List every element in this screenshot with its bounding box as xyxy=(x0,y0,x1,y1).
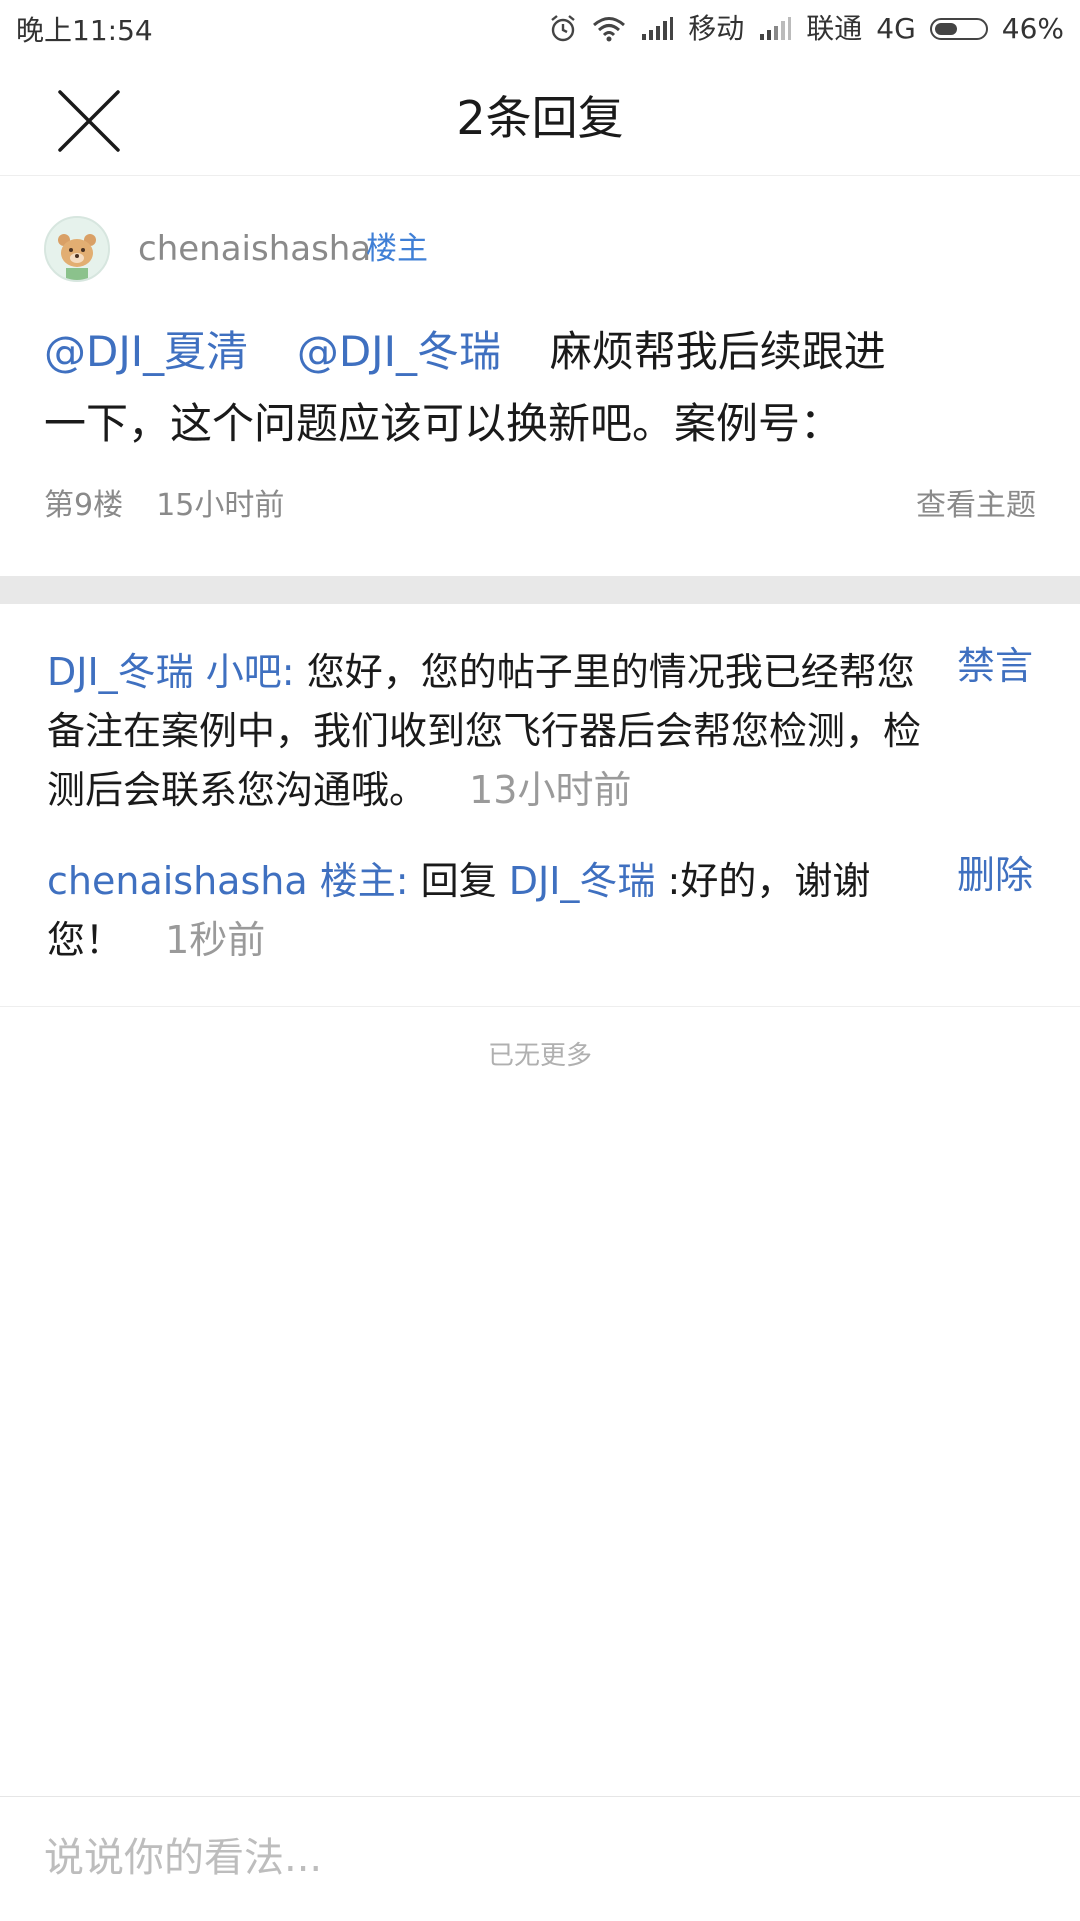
floor-number: 第9楼 xyxy=(44,488,124,523)
mention-link[interactable]: @DJI_冬瑞 xyxy=(297,327,501,376)
section-divider xyxy=(0,576,1080,604)
reply-time: 1秒前 xyxy=(165,918,266,962)
reply-prefix: 回复 xyxy=(420,859,497,903)
view-topic-link[interactable]: 查看主题 xyxy=(916,486,1036,526)
reply-colon: : xyxy=(281,650,295,694)
reply-badge: 小吧 xyxy=(205,650,282,694)
comment-input[interactable] xyxy=(44,1823,1034,1893)
post-author[interactable]: chenaishasha xyxy=(138,228,371,270)
signal-icon xyxy=(760,17,792,40)
reply-to-username[interactable]: DJI_冬瑞 xyxy=(509,859,656,903)
wifi-icon xyxy=(593,17,626,42)
reply-username[interactable]: chenaishasha xyxy=(47,859,308,903)
reply-badge: 楼主 xyxy=(319,859,396,903)
status-icons: 移动 联通 4G 46% xyxy=(548,0,1064,58)
post-meta: 第9楼 15小时前 xyxy=(44,486,284,526)
top-bar: 2条回复 xyxy=(0,58,1080,176)
network-type: 4G xyxy=(876,12,916,45)
status-bar: 晚上11:54 移动 联通 4G 46% xyxy=(0,0,1080,58)
bear-avatar-icon xyxy=(46,218,108,280)
no-more-label: 已无更多 xyxy=(487,1041,592,1071)
battery-percent: 46% xyxy=(1001,12,1064,45)
alarm-icon xyxy=(551,15,575,42)
mute-button[interactable]: 禁言 xyxy=(957,637,1033,696)
owner-badge: 楼主 xyxy=(366,231,428,267)
battery-fill xyxy=(934,23,957,35)
page-title: 2条回复 xyxy=(456,91,624,145)
post-content: @DJI_夏清 @DJI_冬瑞 麻烦帮我后续跟进一下，这个问题应该可以换新吧。案… xyxy=(44,316,904,460)
reply-item: DJI_冬瑞 小吧: 您好，您的帖子里的情况我已经帮您备注在案例中，我们收到您飞… xyxy=(47,643,927,820)
reply-item: chenaishasha 楼主: 回复 DJI_冬瑞 :好的，谢谢您！ 1秒前 xyxy=(47,852,927,970)
mention-link[interactable]: @DJI_夏清 xyxy=(44,327,248,376)
carrier-2: 联通 xyxy=(806,12,863,45)
original-post: chenaishasha 楼主 @DJI_夏清 @DJI_冬瑞 麻烦帮我后续跟进… xyxy=(0,176,1080,576)
post-time: 15小时前 xyxy=(156,488,285,523)
reply-colon: : xyxy=(395,859,409,903)
reply-username[interactable]: DJI_冬瑞 xyxy=(47,650,194,694)
delete-button[interactable]: 删除 xyxy=(957,846,1033,905)
carrier-1: 移动 xyxy=(688,12,745,45)
reply-time: 13小时前 xyxy=(469,768,632,812)
status-time: 晚上11:54 xyxy=(16,14,153,47)
list-divider xyxy=(0,1006,1080,1007)
battery-icon xyxy=(929,18,988,40)
avatar[interactable] xyxy=(44,216,110,282)
comment-bar xyxy=(0,1796,1080,1921)
signal-icon xyxy=(642,17,674,40)
